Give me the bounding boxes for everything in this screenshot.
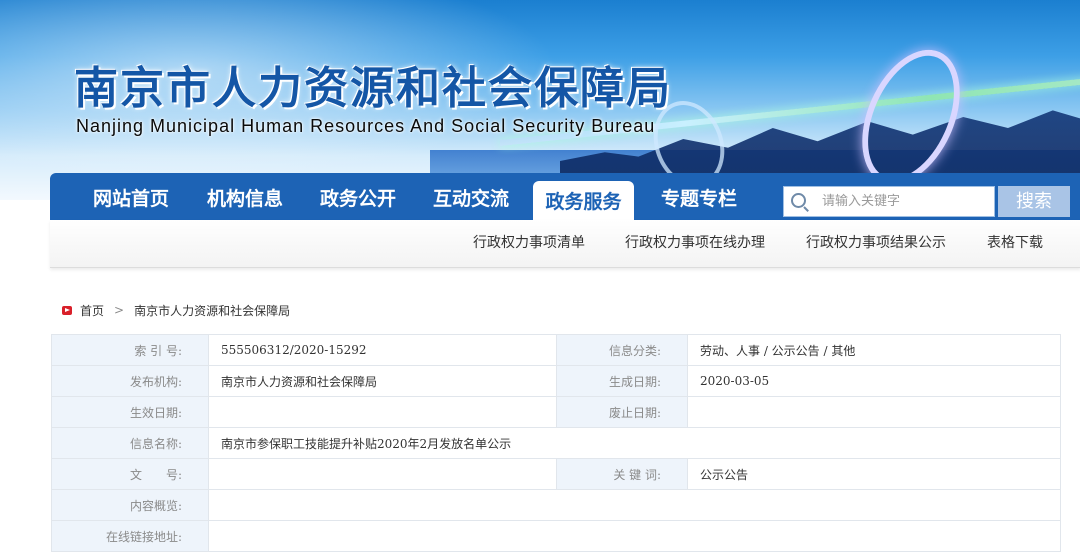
index-label: 索 引 号: — [51, 334, 209, 366]
abolished-date-value — [687, 396, 1061, 428]
search-input[interactable] — [822, 190, 987, 212]
site-title-chinese: 南京市人力资源和社会保障局 — [74, 63, 672, 114]
sub-nav: 行政权力事项清单 行政权力事项在线办理 行政权力事项结果公示 表格下载 — [50, 220, 1080, 268]
publisher-value: 南京市人力资源和社会保障局 — [208, 365, 557, 397]
main-nav: 网站首页 机构信息 政务公开 互动交流 政务服务 专题专栏 搜索 — [50, 173, 1080, 220]
online-link-label: 在线链接地址: — [51, 520, 209, 552]
table-row: 发布机构: 南京市人力资源和社会保障局 生成日期: 2020-03-05 — [51, 365, 1061, 397]
home-icon — [62, 305, 72, 315]
table-row: 信息名称: 南京市参保职工技能提升补贴2020年2月发放名单公示 — [51, 427, 1061, 459]
effective-date-label: 生效日期: — [51, 396, 209, 428]
table-row: 索 引 号: 555506312/2020-15292 信息分类: 劳动、人事 … — [51, 334, 1061, 366]
breadcrumb-current-link[interactable]: 南京市人力资源和社会保障局 — [134, 302, 290, 319]
doc-number-label: 文 号: — [51, 458, 209, 490]
created-date-value: 2020-03-05 — [687, 365, 1061, 397]
summary-value — [208, 489, 1061, 521]
search-icon — [791, 193, 806, 208]
nav-gov-services[interactable]: 政务服务 — [533, 181, 634, 220]
header-banner: 南京市人力资源和社会保障局 Nanjing Municipal Human Re… — [0, 0, 1080, 200]
nav-home[interactable]: 网站首页 — [76, 173, 186, 220]
table-row: 生效日期: 废止日期: — [51, 396, 1061, 428]
breadcrumb-separator: > — [114, 303, 125, 317]
breadcrumb-home-link[interactable]: 首页 — [80, 302, 104, 319]
publisher-label: 发布机构: — [51, 365, 209, 397]
nav-interaction[interactable]: 互动交流 — [416, 173, 526, 220]
category-value: 劳动、人事 / 公示公告 / 其他 — [687, 334, 1061, 366]
created-date-label: 生成日期: — [556, 365, 688, 397]
nav-special-column[interactable]: 专题专栏 — [644, 173, 754, 220]
subnav-result-publicity[interactable]: 行政权力事项结果公示 — [806, 220, 946, 267]
keywords-label: 关 键 词: — [556, 458, 688, 490]
keywords-value: 公示公告 — [687, 458, 1061, 490]
nav-gov-affairs-public[interactable]: 政务公开 — [303, 173, 413, 220]
doc-number-value — [208, 458, 557, 490]
info-name-value: 南京市参保职工技能提升补贴2020年2月发放名单公示 — [208, 427, 1061, 459]
site-title-english: Nanjing Municipal Human Resources And So… — [76, 116, 656, 136]
table-row: 文 号: 关 键 词: 公示公告 — [51, 458, 1061, 490]
effective-date-value — [208, 396, 557, 428]
nav-org-info[interactable]: 机构信息 — [190, 173, 300, 220]
abolished-date-label: 废止日期: — [556, 396, 688, 428]
search-button[interactable]: 搜索 — [998, 186, 1070, 217]
table-row: 在线链接地址: — [51, 520, 1061, 552]
document-info-table: 索 引 号: 555506312/2020-15292 信息分类: 劳动、人事 … — [51, 334, 1061, 552]
info-name-label: 信息名称: — [51, 427, 209, 459]
subnav-online-handling[interactable]: 行政权力事项在线办理 — [625, 220, 765, 267]
summary-label: 内容概览: — [51, 489, 209, 521]
online-link-value[interactable] — [208, 520, 1061, 552]
search-box — [783, 186, 995, 217]
table-row: 内容概览: — [51, 489, 1061, 521]
index-value: 555506312/2020-15292 — [208, 334, 557, 366]
breadcrumb: 首页 > 南京市人力资源和社会保障局 — [62, 301, 290, 319]
subnav-power-list[interactable]: 行政权力事项清单 — [473, 220, 585, 267]
category-label: 信息分类: — [556, 334, 688, 366]
subnav-form-download[interactable]: 表格下载 — [987, 220, 1043, 267]
